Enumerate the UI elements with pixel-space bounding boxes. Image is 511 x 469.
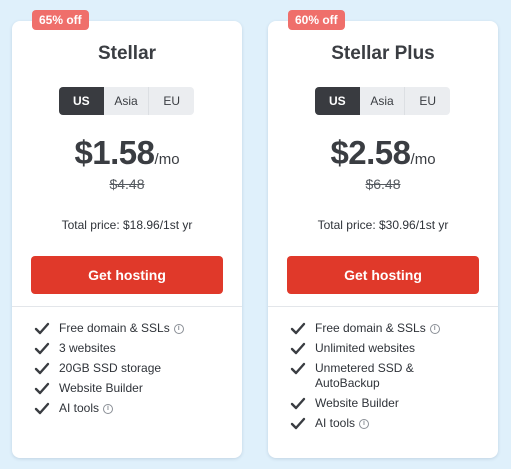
feature-list: Free domain & SSLs i 3 websites 20GB SSD … bbox=[34, 321, 234, 421]
info-icon[interactable]: i bbox=[103, 403, 114, 414]
original-price: $4.48 bbox=[109, 176, 145, 192]
feature-item: Free domain & SSLs i bbox=[290, 321, 490, 336]
discount-badge: 65% off bbox=[32, 10, 89, 30]
total-price: Total price: $18.96/1st yr bbox=[61, 218, 193, 232]
divider bbox=[12, 306, 242, 307]
check-icon bbox=[290, 397, 306, 410]
feature-text: AI tools bbox=[59, 401, 100, 415]
price-amount: $2.58 bbox=[330, 134, 411, 171]
feature-list: Free domain & SSLs i Unlimited websites U… bbox=[290, 321, 490, 436]
check-icon bbox=[34, 402, 50, 415]
check-icon bbox=[34, 342, 50, 355]
feature-text: Unlimited websites bbox=[315, 341, 416, 355]
feature-item: Website Builder bbox=[290, 396, 490, 411]
feature-text: Website Builder bbox=[59, 381, 143, 395]
feature-item: 3 websites bbox=[34, 341, 234, 356]
plan-card-stellar-plus: 60% off Stellar Plus US Asia EU $2.58/mo… bbox=[268, 10, 498, 458]
region-tab-asia[interactable]: Asia bbox=[104, 87, 149, 115]
check-icon bbox=[34, 322, 50, 335]
check-icon bbox=[290, 342, 306, 355]
region-selector: US Asia EU bbox=[315, 87, 450, 115]
info-icon[interactable]: i bbox=[429, 323, 440, 334]
feature-item: Website Builder bbox=[34, 381, 234, 396]
feature-item: Unlimited websites bbox=[290, 341, 490, 356]
total-price: Total price: $30.96/1st yr bbox=[317, 218, 449, 232]
get-hosting-button[interactable]: Get hosting bbox=[31, 256, 223, 294]
feature-text: Free domain & SSLs bbox=[315, 321, 426, 335]
plan-title: Stellar bbox=[97, 43, 157, 64]
region-tab-us[interactable]: US bbox=[59, 87, 104, 115]
price-period: /mo bbox=[410, 151, 436, 168]
feature-text: Website Builder bbox=[315, 396, 399, 410]
region-tab-us[interactable]: US bbox=[315, 87, 360, 115]
feature-item: AI tools i bbox=[34, 401, 234, 416]
get-hosting-button[interactable]: Get hosting bbox=[287, 256, 479, 294]
feature-text: 20GB SSD storage bbox=[59, 361, 162, 375]
check-icon bbox=[290, 362, 306, 375]
feature-item: Unmetered SSD & AutoBackup bbox=[290, 361, 490, 391]
original-price: $6.48 bbox=[365, 176, 401, 192]
region-tab-eu[interactable]: EU bbox=[148, 87, 194, 115]
check-icon bbox=[290, 417, 306, 430]
region-tab-eu[interactable]: EU bbox=[404, 87, 450, 115]
price: $2.58/mo bbox=[268, 134, 498, 172]
info-icon[interactable]: i bbox=[173, 323, 184, 334]
check-icon bbox=[34, 382, 50, 395]
feature-text: AI tools bbox=[315, 416, 356, 430]
feature-text: Unmetered SSD & AutoBackup bbox=[315, 361, 414, 390]
feature-text: 3 websites bbox=[59, 341, 116, 355]
price: $1.58/mo bbox=[12, 134, 242, 172]
check-icon bbox=[290, 322, 306, 335]
discount-badge: 60% off bbox=[288, 10, 345, 30]
feature-text: Free domain & SSLs bbox=[59, 321, 170, 335]
info-icon[interactable]: i bbox=[359, 418, 370, 429]
divider bbox=[268, 306, 498, 307]
price-period: /mo bbox=[154, 151, 180, 168]
plan-title: Stellar Plus bbox=[331, 43, 435, 64]
region-selector: US Asia EU bbox=[59, 87, 194, 115]
feature-item: Free domain & SSLs i bbox=[34, 321, 234, 336]
feature-item: 20GB SSD storage bbox=[34, 361, 234, 376]
check-icon bbox=[34, 362, 50, 375]
region-tab-asia[interactable]: Asia bbox=[360, 87, 405, 115]
price-amount: $1.58 bbox=[74, 134, 155, 171]
feature-item: AI tools i bbox=[290, 416, 490, 431]
plan-card-stellar: 65% off Stellar US Asia EU $1.58/mo $4.4… bbox=[12, 10, 242, 458]
